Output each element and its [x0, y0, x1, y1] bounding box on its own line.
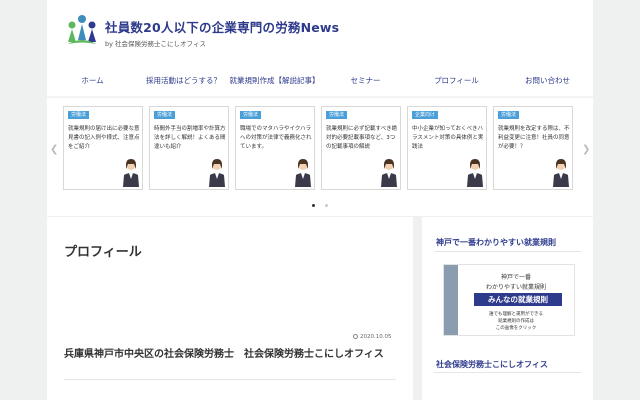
logo-icon[interactable]: [67, 14, 97, 48]
banner-sub-1: 誰でも理解と運用ができる: [489, 312, 543, 317]
person-illustration-icon: [295, 159, 311, 187]
carousel-card[interactable]: 労働法 時間外手当の割増率や計算方法を詳しく解説！よくある間違いも紹介: [149, 106, 229, 190]
work-rules-banner[interactable]: 神戸で一番 わかりやすい就業規則 みんなの就業規則 誰でも理解と運用ができる 就…: [443, 264, 575, 336]
card-title: 就業規則に必ず記載すべき絶対的必要記載事項など、3つの記載事項の解説: [326, 126, 398, 150]
article-carousel: ❮ ❯ 労働法 就業規則の届け出に必要な意見書の記入例や様式、注意点をご紹介 労…: [47, 98, 593, 216]
nav-work-rules[interactable]: 就業規則作成【解説記事】: [229, 70, 320, 92]
widget-title-work-rules: 神戸で一番わかりやすい就業規則: [436, 238, 556, 247]
nav-seminar[interactable]: セミナー: [320, 70, 411, 92]
person-illustration-icon: [553, 159, 569, 187]
carousel-card[interactable]: 労働法 就業規則の届け出に必要な意見書の記入例や様式、注意点をご紹介: [63, 106, 143, 190]
category-badge: 企業向け: [412, 111, 439, 119]
card-title: 就業規則を改定する際は、不利益変更に注意！社員の同意が必要！？: [498, 126, 570, 150]
nav-home[interactable]: ホーム: [47, 70, 138, 92]
banner-line-2: わかりやすい就業規則: [485, 284, 546, 291]
widget-divider: [434, 372, 581, 373]
category-badge: 労働法: [68, 111, 90, 119]
carousel-card[interactable]: 労働法 職場でのマタハラやイクハラへの対策が法律で義務化されています。: [235, 106, 315, 190]
category-badge: 労働法: [498, 111, 520, 119]
post-divider: [64, 379, 396, 380]
banner-stripe: [444, 265, 458, 335]
chevron-right-icon[interactable]: ❯: [582, 144, 590, 155]
site-title[interactable]: 社員数20人以下の企業専門の労務News: [105, 17, 339, 36]
site-header: 社員数20人以下の企業専門の労務News by 社会保険労務士こにしオフィス ホ…: [47, 0, 593, 98]
person-illustration-icon: [123, 159, 139, 187]
person-illustration-icon: [381, 159, 397, 187]
person-illustration-icon: [467, 159, 483, 187]
post-date-text: 2020.10.05: [360, 334, 392, 340]
post-title: 兵庫県神戸市中央区の社会保険労務士 社会保険労務士こにしオフィス: [64, 349, 384, 360]
carousel-pagination: [47, 204, 593, 207]
pagination-dot-1[interactable]: [312, 204, 315, 207]
carousel-card[interactable]: 労働法 就業規則に必ず記載すべき絶対的必要記載事項など、3つの記載事項の解説: [321, 106, 401, 190]
site-subtitle: by 社会保険労務士こにしオフィス: [105, 40, 206, 48]
category-badge: 労働法: [240, 111, 262, 119]
page-title: プロフィール: [64, 245, 142, 260]
post-date: 2020.10.05: [353, 334, 392, 340]
banner-sub-3: この画像をクリック: [495, 326, 537, 331]
widget-title-office: 社会保険労務士こにしオフィス: [436, 360, 548, 369]
nav-contact[interactable]: お問い合わせ: [502, 70, 593, 92]
main-content: プロフィール 2020.10.05 兵庫県神戸市中央区の社会保険労務士 社会保険…: [47, 217, 413, 400]
nav-profile[interactable]: プロフィール: [411, 70, 502, 92]
main-nav: ホーム 採用活動はどうする？ 就業規則作成【解説記事】 セミナー プロフィール …: [47, 70, 593, 92]
banner-sub-2: 就業規則の作成は: [498, 319, 534, 324]
widget-divider: [434, 251, 581, 252]
banner-line-1: 神戸で一番: [500, 274, 531, 281]
pagination-dot-2[interactable]: [325, 204, 328, 207]
card-title: 中小企業が知っておくべきハラスメント対策の具体例と実践法: [412, 126, 484, 150]
sidebar: 神戸で一番わかりやすい就業規則 神戸で一番 わかりやすい就業規則 みんなの就業規…: [422, 217, 593, 400]
category-badge: 労働法: [154, 111, 176, 119]
banner-main-label: みんなの就業規則: [474, 293, 562, 306]
chevron-left-icon[interactable]: ❮: [50, 144, 58, 155]
card-title: 時間外手当の割増率や計算方法を詳しく解説！よくある間違いも紹介: [154, 126, 226, 150]
card-title: 就業規則の届け出に必要な意見書の記入例や様式、注意点をご紹介: [68, 126, 140, 150]
carousel-card[interactable]: 企業向け 中小企業が知っておくべきハラスメント対策の具体例と実践法: [407, 106, 487, 190]
clock-icon: [353, 334, 358, 339]
nav-recruiting[interactable]: 採用活動はどうする？: [138, 70, 229, 92]
card-title: 職場でのマタハラやイクハラへの対策が法律で義務化されています。: [240, 126, 312, 150]
category-badge: 労働法: [326, 111, 348, 119]
person-illustration-icon: [209, 159, 225, 187]
carousel-card[interactable]: 労働法 就業規則を改定する際は、不利益変更に注意！社員の同意が必要！？: [493, 106, 573, 190]
